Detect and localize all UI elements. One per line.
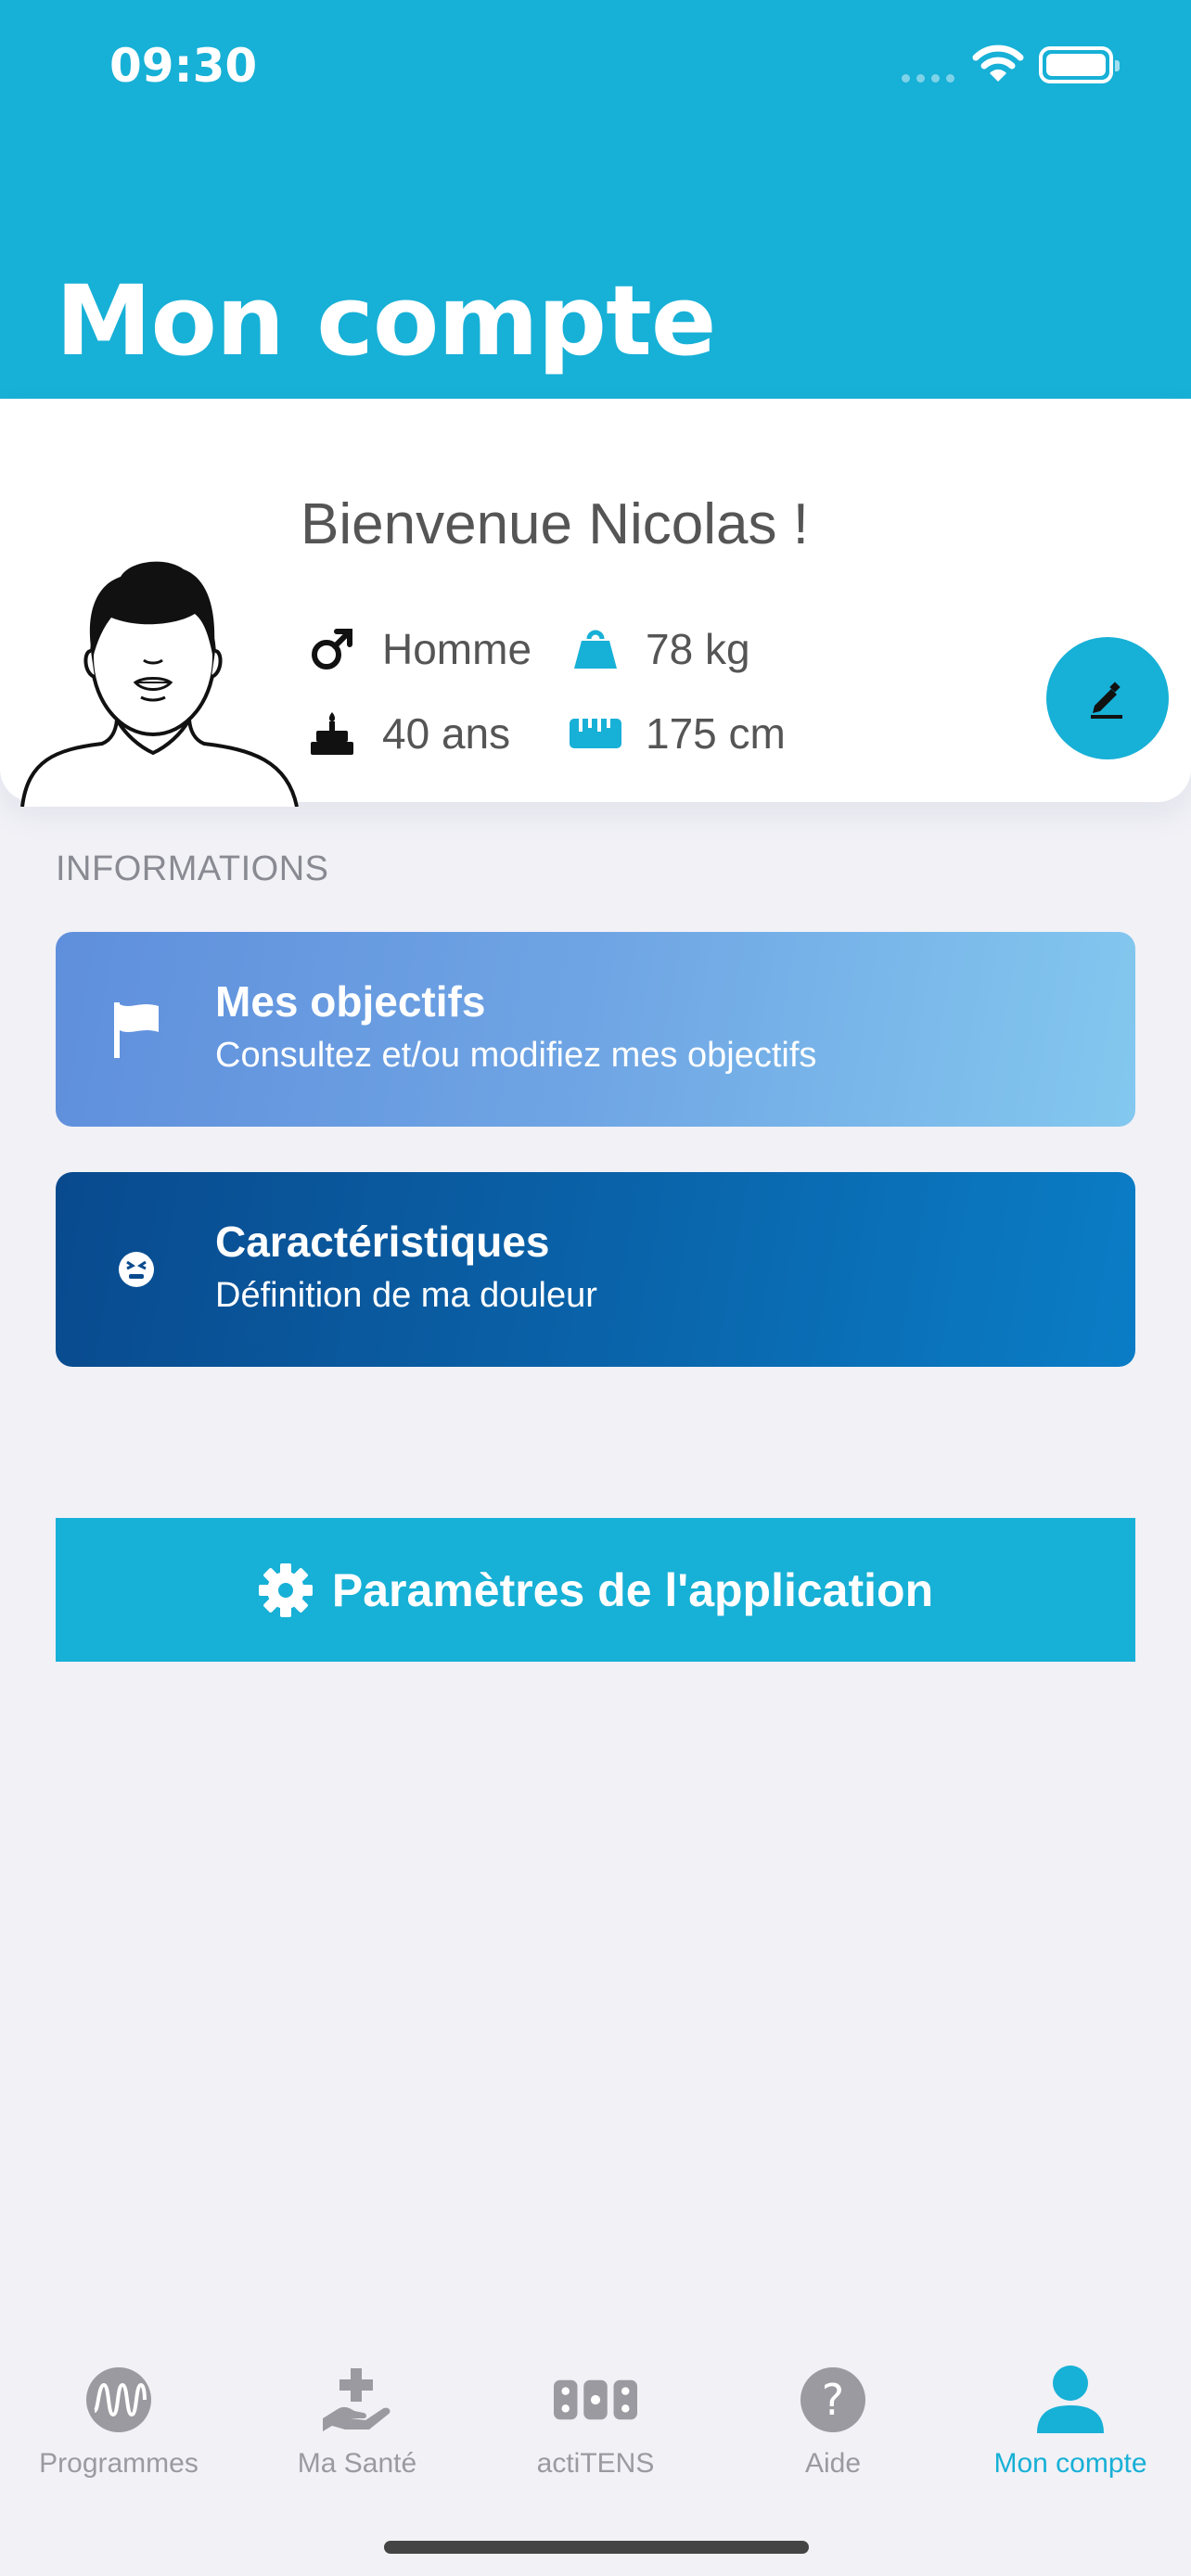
home-indicator[interactable] — [384, 2541, 809, 2554]
height-value: 175 cm — [646, 709, 786, 758]
tab-programmes[interactable]: Programmes — [0, 2363, 237, 2480]
flag-icon — [104, 997, 169, 1062]
tab-actitens-label: actiTENS — [536, 2448, 655, 2479]
male-gender-icon — [306, 623, 358, 675]
welcome-text: Bienvenue Nicolas ! — [301, 492, 809, 556]
svg-text:?: ? — [822, 2375, 844, 2425]
tab-mon-compte[interactable]: Mon compte — [952, 2363, 1189, 2480]
weight-stat: 78 kg — [570, 623, 750, 675]
cellular-signal-icon — [902, 74, 954, 83]
tab-ma-sante[interactable]: Ma Santé — [238, 2363, 476, 2480]
app-settings-button[interactable]: Paramètres de l'application — [56, 1518, 1135, 1662]
health-hand-icon — [315, 2363, 399, 2437]
pencil-icon — [1091, 682, 1122, 719]
battery-icon — [1039, 46, 1120, 83]
characteristics-card[interactable]: Caractéristiques Définition de ma douleu… — [56, 1172, 1135, 1367]
weight-icon — [570, 623, 621, 675]
programmes-wave-icon — [77, 2363, 160, 2437]
ruler-icon — [570, 708, 621, 759]
page-title: Mon compte — [56, 264, 716, 377]
tab-aide[interactable]: ? Aide — [714, 2363, 952, 2480]
gender-stat: Homme — [306, 623, 531, 675]
characteristics-title: Caractéristiques — [215, 1218, 550, 1266]
objectives-subtitle: Consultez et/ou modifiez mes objectifs — [215, 1036, 817, 1075]
gear-icon — [258, 1562, 314, 1618]
tab-programmes-label: Programmes — [39, 2448, 198, 2479]
informations-section-label: INFORMATIONS — [56, 849, 329, 888]
characteristics-subtitle: Définition de ma douleur — [215, 1276, 597, 1315]
objectives-card[interactable]: Mes objectifs Consultez et/ou modifiez m… — [56, 932, 1135, 1127]
status-time: 09:30 — [109, 39, 258, 93]
help-icon: ? — [791, 2363, 875, 2437]
height-stat: 175 cm — [570, 708, 786, 759]
app-settings-label: Paramètres de l'application — [331, 1563, 934, 1616]
header: 09:30 Mon compte — [0, 0, 1191, 399]
tens-device-icon — [554, 2363, 637, 2437]
birthday-cake-icon — [306, 708, 358, 759]
user-icon — [1029, 2363, 1112, 2437]
wifi-icon — [972, 45, 1024, 82]
avatar — [20, 561, 299, 807]
tab-aide-label: Aide — [804, 2448, 862, 2479]
tab-mon-compte-label: Mon compte — [993, 2448, 1147, 2479]
pain-face-icon — [104, 1237, 169, 1302]
age-stat: 40 ans — [306, 708, 510, 759]
profile-card: Bienvenue Nicolas ! Homme 78 kg 40 ans 1… — [0, 399, 1191, 807]
objectives-title: Mes objectifs — [215, 977, 486, 1026]
tab-actitens[interactable]: actiTENS — [477, 2363, 714, 2480]
edit-profile-button[interactable] — [1046, 637, 1169, 759]
gender-value: Homme — [382, 625, 532, 673]
weight-value: 78 kg — [646, 625, 750, 673]
tab-ma-sante-label: Ma Santé — [297, 2448, 417, 2479]
age-value: 40 ans — [382, 709, 511, 758]
